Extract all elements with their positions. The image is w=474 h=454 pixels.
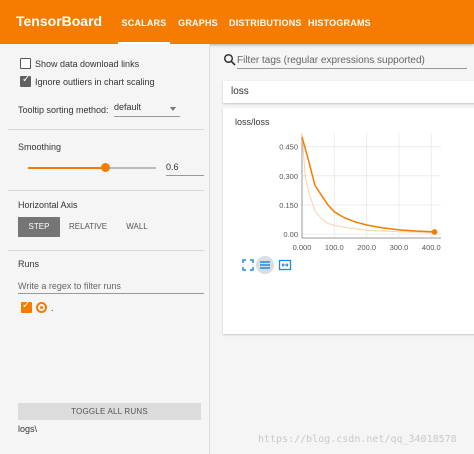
checkmark-icon: ✓ xyxy=(22,300,31,311)
chart-card: loss/loss 0.000 100.0 200.0 300.0 400.0 0.00 0… xyxy=(223,108,474,334)
smoothing-title: Smoothing xyxy=(18,142,62,152)
tag-filter-input[interactable] xyxy=(237,53,467,69)
fit-domain-icon[interactable] xyxy=(278,258,292,272)
show-download-label[interactable]: Show data download links xyxy=(35,59,139,69)
watermark-text: https://blog.csdn.net/qq_34018578 xyxy=(258,434,457,445)
runs-filter-input[interactable] xyxy=(18,278,204,294)
series-line-raw xyxy=(301,132,435,234)
axis-option-wall[interactable]: WALL xyxy=(118,217,156,237)
list-icon xyxy=(260,261,270,269)
series-line-smoothed xyxy=(301,136,435,233)
tag-group-header[interactable]: loss xyxy=(223,81,474,103)
fullscreen-icon[interactable] xyxy=(241,258,255,272)
smoothing-slider-fill xyxy=(28,167,105,169)
toggle-log-scale-button[interactable] xyxy=(256,256,274,274)
loss-chart[interactable]: 0.000 100.0 200.0 300.0 400.0 0.00 0.150 0.300 0… xyxy=(223,108,474,334)
run-checkbox[interactable]: ✓ xyxy=(21,300,32,313)
divider xyxy=(8,129,204,130)
tooltip-sorting-dropdown[interactable]: default xyxy=(114,102,180,117)
y-tick-label: 0.150 xyxy=(279,201,298,210)
app-title: TensorBoard xyxy=(16,13,103,29)
tab-distributions[interactable]: DISTRIBUTIONS xyxy=(229,0,301,44)
axis-option-relative[interactable]: RELATIVE xyxy=(63,217,113,237)
divider xyxy=(8,250,204,251)
ignore-outliers-label[interactable]: Ignore outliers in chart scaling xyxy=(35,77,155,87)
x-tick-label: 0.000 xyxy=(293,243,312,252)
show-download-checkbox[interactable] xyxy=(20,58,31,69)
y-tick-label: 0.00 xyxy=(283,230,298,239)
horizontal-axis-title: Horizontal Axis xyxy=(18,200,78,210)
series-end-point xyxy=(431,229,438,235)
y-tick-label: 0.450 xyxy=(279,143,298,152)
radio-dot-icon xyxy=(40,306,43,309)
smoothing-slider-thumb[interactable] xyxy=(100,163,110,172)
y-tick-label: 0.300 xyxy=(279,172,298,181)
toggle-all-runs-button[interactable]: TOGGLE ALL RUNS xyxy=(18,403,201,420)
logdir-label: logs\ xyxy=(18,424,38,434)
x-tick-label: 400.0 xyxy=(422,243,441,252)
tab-histograms[interactable]: HISTOGRAMS xyxy=(308,0,371,44)
x-tick-label: 100.0 xyxy=(325,243,344,252)
smoothing-slider[interactable] xyxy=(28,163,156,172)
run-radio[interactable] xyxy=(36,302,47,313)
top-app-bar: TensorBoard SCALARS GRAPHS DISTRIBUTIONS… xyxy=(0,0,474,44)
caret-down-icon xyxy=(170,107,176,111)
main-panel: loss loss/loss 0.000100.0200.0300.0400.0… xyxy=(211,44,474,454)
x-tick-label: 300.0 xyxy=(390,243,409,252)
tab-scalars[interactable]: SCALARS xyxy=(118,0,170,44)
runs-title: Runs xyxy=(18,259,40,269)
divider xyxy=(8,190,204,191)
x-tick-label: 200.0 xyxy=(357,243,376,252)
tooltip-sorting-label: Tooltip sorting method: xyxy=(18,105,109,115)
tab-graphs[interactable]: GRAPHS xyxy=(178,0,218,44)
ignore-outliers-checkbox[interactable]: ✓ xyxy=(20,74,31,87)
run-label: . xyxy=(51,303,54,313)
smoothing-value-input[interactable]: 0.6 xyxy=(166,160,204,176)
axis-option-step[interactable]: STEP xyxy=(18,217,60,237)
search-icon xyxy=(223,53,236,66)
checkmark-icon: ✓ xyxy=(22,74,31,85)
tooltip-sorting-value: default xyxy=(114,102,142,112)
